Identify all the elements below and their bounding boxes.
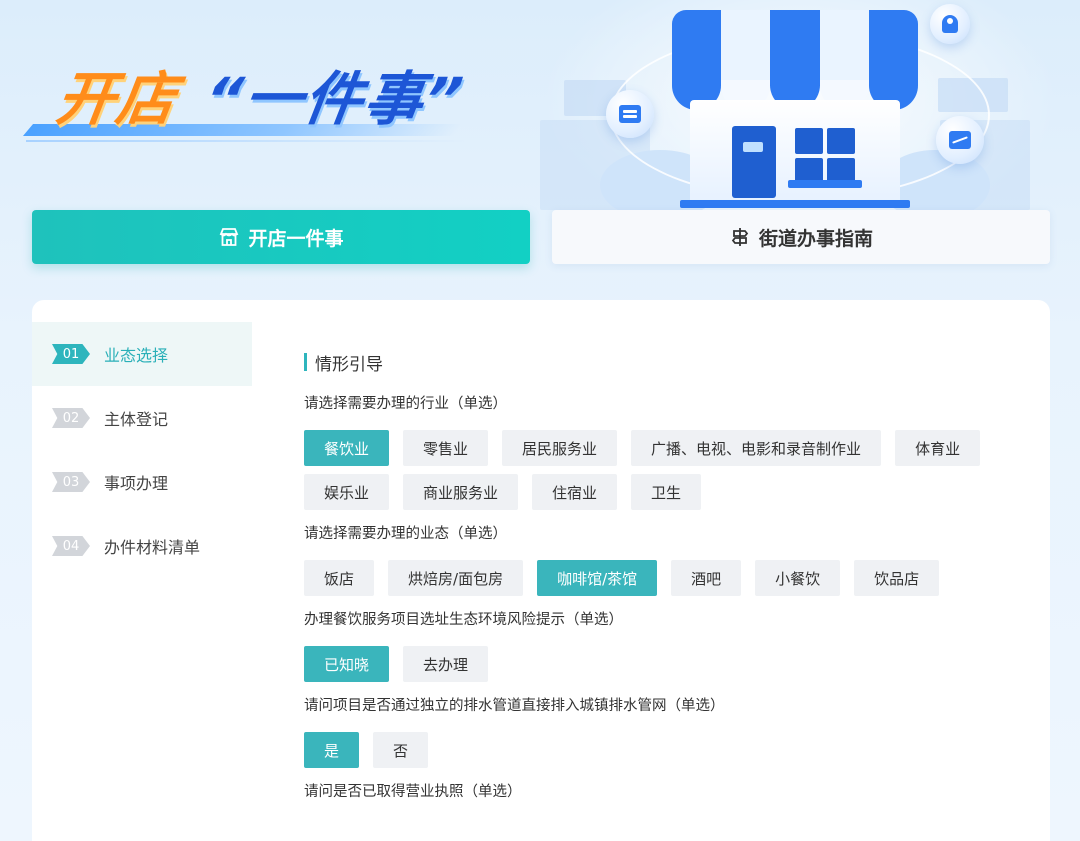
- tab-street-guide[interactable]: 街道办事指南: [552, 210, 1050, 264]
- document-icon: [606, 90, 654, 138]
- step-label: 办件材料清单: [104, 538, 201, 557]
- store-icon: [218, 226, 240, 248]
- options-drainage: 是 否: [304, 732, 1004, 768]
- option-button[interactable]: 饮品店: [854, 560, 940, 596]
- step-number: 01: [52, 344, 90, 364]
- tab-open-store[interactable]: 开店一件事: [32, 210, 530, 264]
- question-business-license: 请问是否已取得营业执照（单选）: [304, 784, 522, 800]
- tab-street-guide-label: 街道办事指南: [758, 227, 873, 250]
- option-button[interactable]: 商业服务业: [403, 474, 519, 510]
- step-label: 事项办理: [104, 474, 169, 493]
- awning: [672, 10, 918, 86]
- option-button[interactable]: 体育业: [895, 430, 981, 466]
- shop-window: [795, 128, 855, 184]
- option-button[interactable]: 已知晓: [304, 646, 390, 682]
- main-panel: 01 业态选择 02 主体登记 03 事项办理 04 办件材料清单 情形引导 请…: [32, 300, 1050, 841]
- step-item-entity-registration[interactable]: 02 主体登记: [32, 386, 252, 450]
- hero-underline-line: [26, 140, 466, 142]
- step-item-matter-processing[interactable]: 03 事项办理: [32, 450, 252, 514]
- question-business-format: 请选择需要办理的业态（单选）: [304, 526, 507, 542]
- signpost-icon: [729, 226, 751, 248]
- step-number: 02: [52, 408, 90, 428]
- options-env-risk: 已知晓 去办理: [304, 646, 1004, 682]
- option-button[interactable]: 卫生: [631, 474, 702, 510]
- option-button[interactable]: 否: [373, 732, 429, 768]
- option-button[interactable]: 酒吧: [671, 560, 742, 596]
- option-button[interactable]: 娱乐业: [304, 474, 390, 510]
- step-label: 业态选择: [104, 346, 169, 365]
- section-title: 情形引导: [304, 350, 1024, 375]
- step-number: 04: [52, 536, 90, 556]
- option-button[interactable]: 是: [304, 732, 360, 768]
- hero-title-part1: 开店: [52, 65, 182, 133]
- guide-content: 情形引导 请选择需要办理的行业（单选） 餐饮业 零售业 居民服务业 广播、电视、…: [304, 350, 1024, 818]
- hero-banner: 开店 “一件事”: [0, 0, 1080, 210]
- hero-title: 开店 “一件事”: [52, 52, 470, 133]
- section-title-text: 情形引导: [315, 354, 383, 375]
- question-drainage: 请问项目是否通过独立的排水管道直接排入城镇排水管网（单选）: [304, 698, 725, 714]
- option-button[interactable]: 咖啡馆/茶馆: [537, 560, 658, 596]
- option-button[interactable]: 居民服务业: [502, 430, 618, 466]
- store-illustration: [540, 0, 1060, 210]
- shop-door: [732, 126, 776, 198]
- step-nav: 01 业态选择 02 主体登记 03 事项办理 04 办件材料清单: [32, 322, 252, 578]
- step-item-materials-list[interactable]: 04 办件材料清单: [32, 514, 252, 578]
- option-button[interactable]: 去办理: [403, 646, 489, 682]
- option-button[interactable]: 广播、电视、电影和录音制作业: [631, 430, 882, 466]
- tab-open-store-label: 开店一件事: [248, 227, 344, 250]
- shop-base: [680, 200, 910, 208]
- step-number: 03: [52, 472, 90, 492]
- chart-icon: [936, 116, 984, 164]
- question-env-risk: 办理餐饮服务项目选址生态环境风险提示（单选）: [304, 612, 623, 628]
- step-label: 主体登记: [104, 410, 169, 429]
- window-sill: [788, 180, 862, 188]
- user-icon: [930, 4, 970, 44]
- step-item-business-type[interactable]: 01 业态选择: [32, 322, 252, 386]
- option-button[interactable]: 饭店: [304, 560, 375, 596]
- question-industry: 请选择需要办理的行业（单选）: [304, 396, 507, 412]
- door-sign: [743, 142, 763, 152]
- option-button[interactable]: 零售业: [403, 430, 489, 466]
- option-button[interactable]: 餐饮业: [304, 430, 390, 466]
- option-button[interactable]: 烘焙房/面包房: [388, 560, 524, 596]
- option-button[interactable]: 小餐饮: [755, 560, 841, 596]
- hero-title-part2: “一件事”: [200, 65, 469, 133]
- options-industry: 餐饮业 零售业 居民服务业 广播、电视、电影和录音制作业 体育业 娱乐业 商业服…: [304, 430, 1004, 510]
- option-button[interactable]: 住宿业: [532, 474, 618, 510]
- options-business-format: 饭店 烘焙房/面包房 咖啡馆/茶馆 酒吧 小餐饮 饮品店: [304, 560, 1004, 596]
- title-accent-bar: [304, 353, 307, 371]
